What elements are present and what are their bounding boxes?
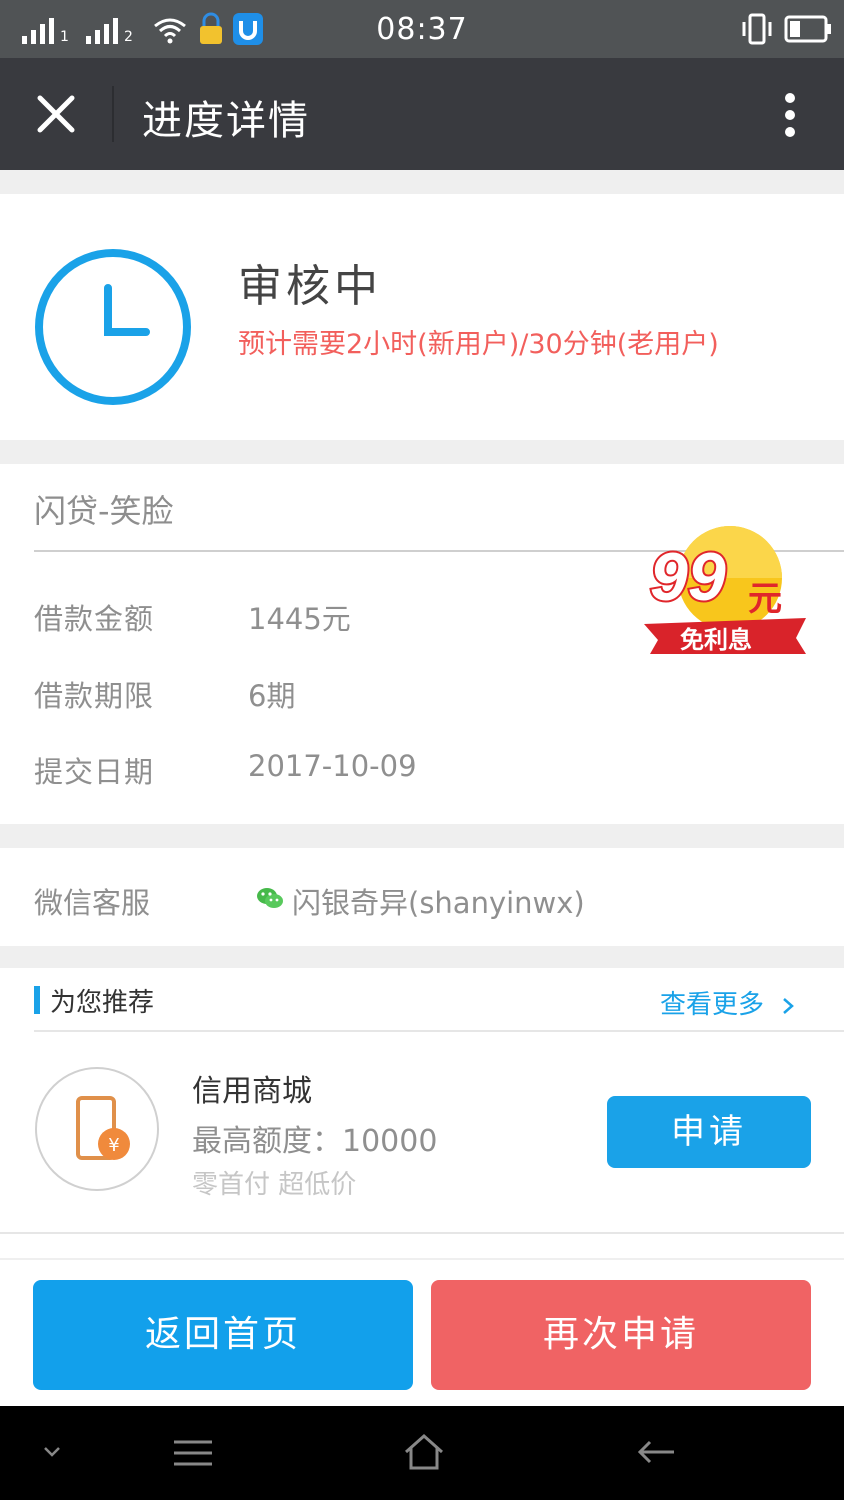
review-status-title: 审核中 — [238, 261, 382, 312]
wechat-icon — [257, 888, 283, 908]
interest-free-badge: 99 元 免利息 — [644, 526, 806, 654]
loan-product-name: 闪贷-笑脸 — [34, 492, 174, 530]
product-name: 信用商城 — [192, 1074, 312, 1109]
status-bar: 1 2 08:37 — [0, 0, 844, 58]
clock-time: 08:37 — [376, 12, 468, 47]
review-status-subtitle: 预计需要2小时(新用户)/30分钟(老用户) — [238, 329, 719, 360]
back-icon[interactable] — [636, 1436, 678, 1468]
nav-bar: 进度详情 — [0, 58, 844, 170]
nav-divider — [112, 86, 114, 142]
svg-text:¥: ¥ — [108, 1135, 119, 1156]
badge-text: 免利息 — [680, 626, 752, 654]
view-more-link[interactable]: 查看更多 — [660, 984, 798, 1021]
recommend-accent-bar — [34, 986, 40, 1014]
loan-amount-label: 借款金额 — [34, 602, 155, 636]
wechat-service-label: 微信客服 — [34, 886, 151, 920]
system-nav-bar — [0, 1406, 844, 1500]
back-home-button[interactable]: 返回首页 — [33, 1280, 413, 1390]
battery-icon — [784, 15, 831, 43]
view-more-label: 查看更多 — [660, 990, 765, 1020]
clock-icon — [35, 249, 191, 405]
recommend-divider — [34, 1030, 844, 1032]
phone-icon: ¥ — [35, 1067, 159, 1191]
chevron-right-icon — [783, 997, 795, 1014]
reapply-button[interactable]: 再次申请 — [431, 1280, 811, 1390]
loan-amount-value: 1445元 — [248, 602, 351, 636]
recommend-bottom-divider — [0, 1232, 844, 1234]
apply-button[interactable]: 申请 — [607, 1096, 811, 1168]
vibrate-icon — [742, 13, 772, 45]
submit-date-label: 提交日期 — [34, 755, 155, 789]
more-vertical-icon[interactable] — [784, 92, 796, 138]
wechat-service-account[interactable]: 闪银奇异(shanyinwx) — [292, 880, 585, 922]
recommend-title: 为您推荐 — [50, 988, 155, 1018]
submit-date-value: 2017-10-09 — [248, 749, 417, 783]
menu-icon[interactable] — [172, 1438, 214, 1468]
close-icon[interactable] — [36, 94, 76, 134]
home-icon[interactable] — [402, 1432, 446, 1472]
product-tagline: 零首付 超低价 — [192, 1170, 357, 1200]
loan-term-label: 借款期限 — [34, 679, 155, 713]
page-title: 进度详情 — [142, 98, 310, 144]
badge-number: 99 — [650, 539, 726, 615]
product-limit: 最高额度：10000 — [192, 1124, 438, 1159]
chevron-down-icon[interactable] — [40, 1442, 64, 1462]
badge-unit: 元 — [748, 579, 782, 619]
loan-term-value: 6期 — [248, 679, 296, 713]
